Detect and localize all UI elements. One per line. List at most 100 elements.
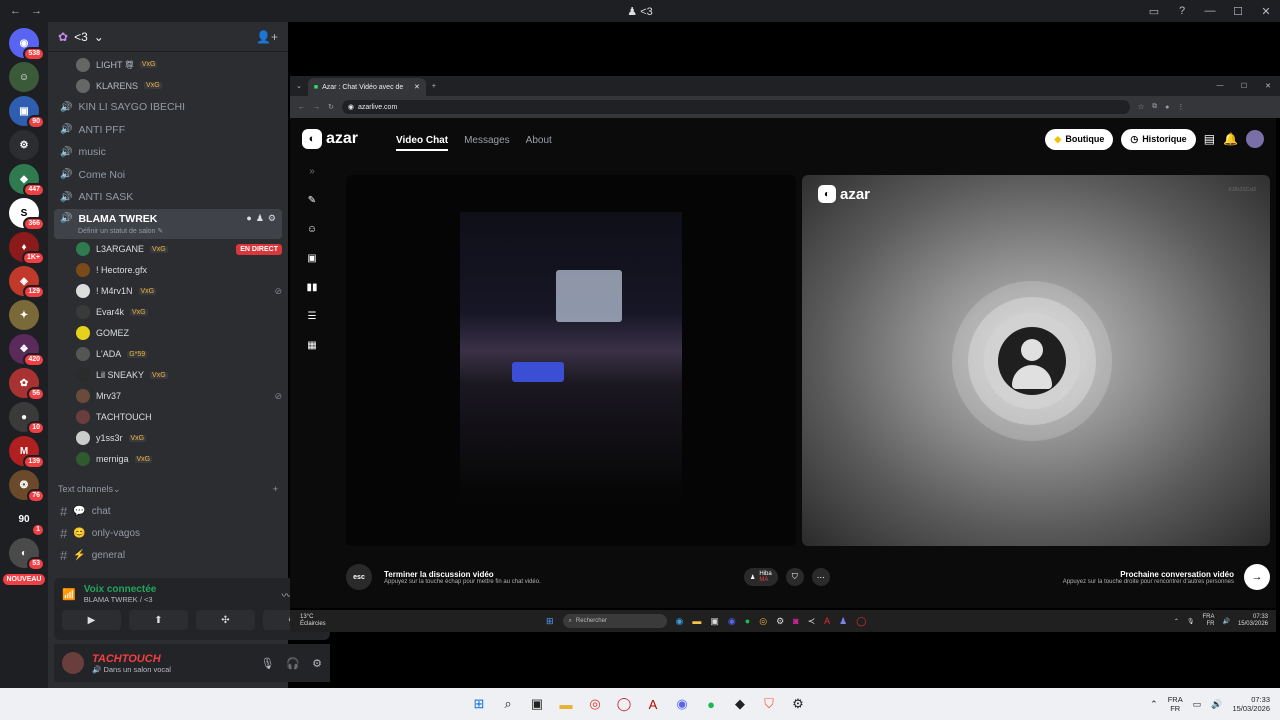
chevron-up-icon[interactable]: ⌃ <box>1150 699 1158 710</box>
server-icon-2[interactable]: ▣ 90 <box>9 96 45 129</box>
avatar[interactable] <box>62 652 84 674</box>
server-icon-12[interactable]: M 139 <box>9 436 45 469</box>
voice-channel[interactable]: 🔊 Come Noi <box>54 164 282 187</box>
voice-channel[interactable]: 🔊 ANTI SASK <box>54 186 282 209</box>
server-icon-7[interactable]: ◈ 129 <box>9 266 45 299</box>
bell-icon[interactable]: 🔔 <box>1223 132 1238 146</box>
browser-tab[interactable]: ■ Azar : Chat Vidéo avec de ✕ <box>307 78 426 96</box>
windows-start-icon[interactable]: ⊞ <box>470 695 488 713</box>
boutique-button[interactable]: ◆ Boutique <box>1045 128 1114 150</box>
acrobat-icon[interactable]: A <box>644 695 662 713</box>
server-icon-3[interactable]: ⚙ <box>9 130 39 160</box>
gear-icon[interactable]: ⚙ <box>268 213 276 224</box>
clock[interactable]: 07:33 15/03/2026 <box>1238 614 1268 628</box>
esc-button[interactable]: esc <box>346 564 372 590</box>
historique-button[interactable]: ◷ Historique <box>1121 128 1196 150</box>
discord-icon[interactable]: ◉ <box>673 695 691 713</box>
voice-channel[interactable]: 🔊 ANTI PFF <box>54 119 282 142</box>
voice-member[interactable]: ! Hectore.gfx <box>54 260 282 281</box>
microphone-icon[interactable]: 🎙 <box>260 657 274 670</box>
extensions-icon[interactable]: ⧉ <box>1152 103 1157 111</box>
language-indicator[interactable]: FRA FR <box>1168 695 1183 713</box>
maximize-button[interactable]: ☐ <box>1224 5 1252 18</box>
profile-icon[interactable]: ● <box>1165 104 1169 111</box>
add-member-icon[interactable]: 👤+ <box>256 30 278 44</box>
address-bar[interactable]: ◉ azarlive.com <box>341 100 1130 114</box>
server-icon-4[interactable]: ◆ 447 <box>9 164 45 197</box>
folder-icon[interactable]: ▬ <box>692 616 701 626</box>
chrome-icon[interactable]: ◎ <box>586 695 604 713</box>
plus-icon[interactable]: + <box>273 484 278 495</box>
nav-about[interactable]: About <box>526 135 552 146</box>
layout-grid-icon[interactable]: ▦ <box>307 340 316 351</box>
reload-icon[interactable]: ↻ <box>328 103 334 111</box>
capcut-icon[interactable]: ◆ <box>731 695 749 713</box>
server-icon-9[interactable]: ❖ 420 <box>9 334 45 367</box>
server-icon-0[interactable]: ◉ 538 <box>9 28 45 61</box>
gear-icon[interactable]: ⚙ <box>312 657 322 670</box>
close-button[interactable]: ✕ <box>1256 82 1280 90</box>
mask-icon[interactable]: ▣ <box>307 253 316 264</box>
clock[interactable]: 07:33 15/03/2026 <box>1232 695 1270 713</box>
opera-icon[interactable]: ◯ <box>615 695 633 713</box>
folder-icon[interactable]: ▬ <box>557 695 575 713</box>
avatar[interactable] <box>1246 130 1264 148</box>
text-channel[interactable]: # ⚡ general <box>54 545 282 567</box>
volume-icon[interactable]: 🔊 <box>1222 618 1229 625</box>
maximize-button[interactable]: ☐ <box>1232 82 1256 90</box>
server-icon-5[interactable]: S 366 <box>9 198 45 231</box>
server-icon-1[interactable]: ☺ <box>9 62 39 92</box>
server-icon-13[interactable]: ❂ 76 <box>9 470 45 503</box>
chevron-up-icon[interactable]: ⌃ <box>1174 618 1179 625</box>
voice-member[interactable]: Mrv37 ⊘ <box>54 386 282 407</box>
expand-icon[interactable]: » <box>309 166 315 177</box>
voice-member[interactable]: GOMEZ <box>54 323 282 344</box>
discord-icon[interactable]: ◉ <box>728 616 736 627</box>
channel-status[interactable]: Définir un statut de salon ✎ <box>54 226 282 239</box>
inbox-icon[interactable]: ▭ <box>1140 5 1168 18</box>
screen-share-button[interactable]: ⬆ <box>129 610 188 630</box>
search-box[interactable]: ⌕ Rechercher <box>562 614 667 628</box>
peer-chip[interactable]: ♟ Hiba MA <box>744 568 778 586</box>
layout-split-icon[interactable]: ▮▮ <box>306 282 317 293</box>
invite-icon[interactable]: ♟ <box>256 213 264 224</box>
edge-icon[interactable]: ◉ <box>676 616 684 627</box>
instagram-icon[interactable]: ◙ <box>793 616 798 626</box>
close-button[interactable]: ✕ <box>1252 5 1280 18</box>
voice-channel[interactable]: 🔊 KIN LI SAYGO IBECHI <box>54 96 282 119</box>
store-icon[interactable]: ▣ <box>710 616 719 627</box>
back-arrow-icon[interactable]: ← <box>298 104 305 111</box>
voice-member[interactable]: LIGHT 尊 VxG <box>54 54 282 75</box>
help-icon[interactable]: ? <box>1168 5 1196 17</box>
layout-stack-icon[interactable]: ☰ <box>308 311 317 322</box>
nav-messages[interactable]: Messages <box>464 135 510 146</box>
voice-member[interactable]: TACHTOUCH <box>54 407 282 428</box>
server-icon-15[interactable]: ◐ 53 <box>9 538 45 571</box>
server-icon-6[interactable]: ♦ 1K+ <box>9 232 45 265</box>
new-badge[interactable]: NOUVEAU <box>3 574 45 585</box>
camera-button[interactable]: ▶ <box>62 610 121 630</box>
text-category[interactable]: Text channels ⌄ + <box>54 470 282 501</box>
magic-wand-icon[interactable]: ✎ <box>308 195 316 206</box>
server-icon-10[interactable]: ✿ 56 <box>9 368 45 401</box>
voice-member[interactable]: y1ss3r VxG <box>54 428 282 449</box>
voice-member[interactable]: L'ADA G*59 <box>54 344 282 365</box>
bookmark-icon[interactable]: ☆ <box>1138 103 1144 111</box>
opera-icon[interactable]: ◯ <box>856 616 866 627</box>
tab-menu-icon[interactable]: ⌄ <box>296 82 302 90</box>
voice-channel[interactable]: 🔊 music <box>54 141 282 164</box>
text-channel[interactable]: # 😊 only-vagos <box>54 523 282 545</box>
site-info-icon[interactable]: ◉ <box>348 103 354 111</box>
sticker-icon[interactable]: ☺ <box>307 224 317 235</box>
activities-button[interactable]: ✣ <box>196 610 255 630</box>
menu-icon[interactable]: ⋮ <box>1177 103 1184 111</box>
voice-member[interactable]: ! M4rv1N VxG ⊘ <box>54 281 282 302</box>
report-shield-icon[interactable]: ⛉ <box>785 568 804 586</box>
capcut-icon[interactable]: ≺ <box>808 616 816 627</box>
more-icon[interactable]: ⋯ <box>811 568 830 586</box>
brave-icon[interactable]: ⛉ <box>760 695 778 713</box>
language-indicator[interactable]: FRA FR <box>1202 614 1214 628</box>
minimize-button[interactable]: — <box>1208 82 1232 90</box>
chat-bubble-icon[interactable]: ● <box>246 213 251 224</box>
weather-widget[interactable]: 13°C Éclaircies <box>290 614 326 628</box>
